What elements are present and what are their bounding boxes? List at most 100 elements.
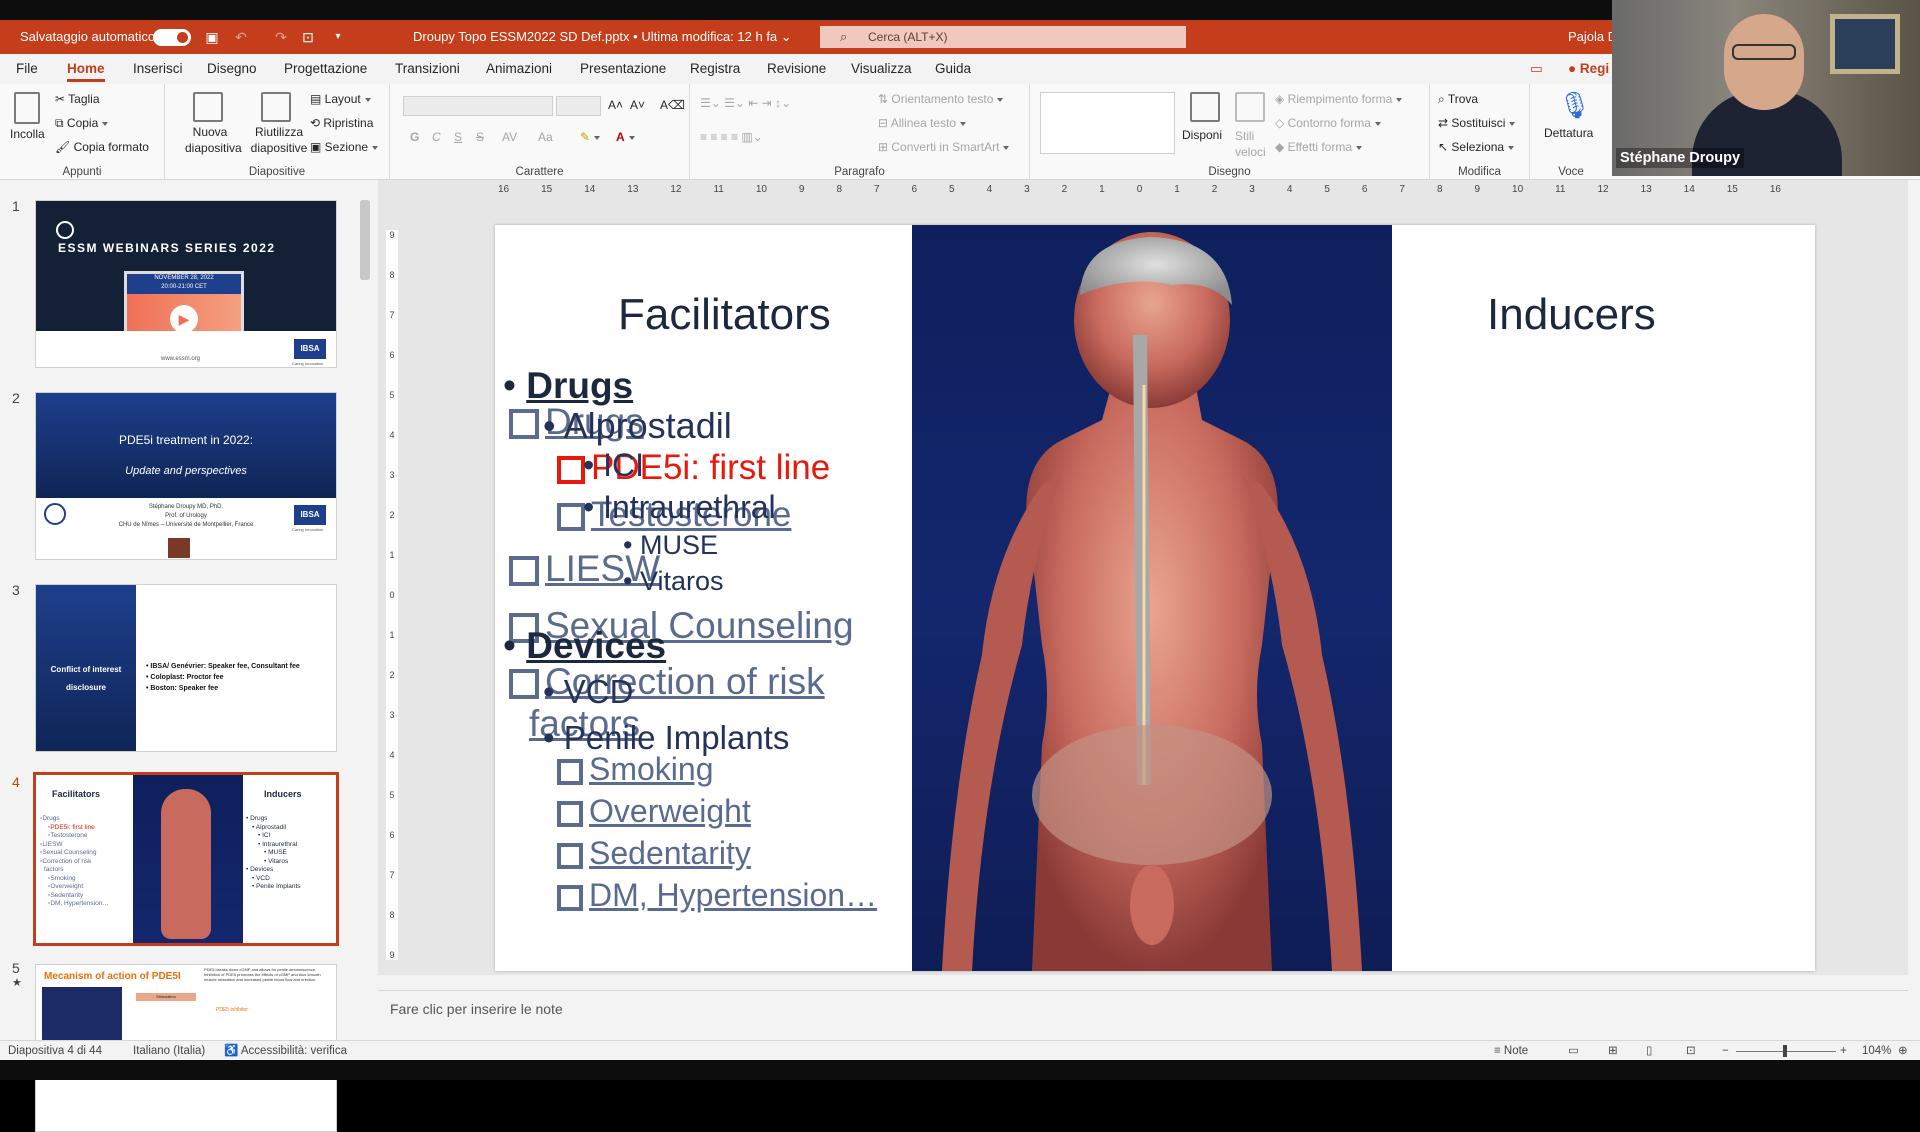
shape-outline-button[interactable]: ◇ Contorno forma bbox=[1275, 116, 1381, 130]
align-text-button[interactable]: ⊟ Allinea testo bbox=[878, 116, 967, 130]
fit-slide-icon[interactable]: ⊕ bbox=[1898, 1041, 1908, 1061]
tab-record[interactable]: Registra bbox=[690, 54, 740, 84]
reset-button[interactable]: ⟲ Ripristina bbox=[310, 116, 373, 130]
inducer-item[interactable]: • Intraurethral bbox=[583, 489, 776, 526]
quick-styles-button[interactable]: Stili veloci bbox=[1235, 128, 1275, 160]
strike-button[interactable]: S bbox=[476, 130, 484, 144]
slide-right-title[interactable]: Inducers bbox=[1487, 290, 1656, 340]
inducer-item[interactable]: • MUSE bbox=[623, 530, 718, 561]
tab-transitions[interactable]: Transizioni bbox=[395, 54, 460, 84]
slide-sorter-icon[interactable]: ⊞ bbox=[1608, 1041, 1618, 1061]
slideshow-icon[interactable]: ⊡ bbox=[1686, 1041, 1696, 1061]
present-icon[interactable]: ⊡ bbox=[299, 28, 317, 46]
anatomy-image[interactable] bbox=[912, 225, 1392, 971]
text-direction-button[interactable]: ⇅ Orientamento testo bbox=[878, 92, 1004, 106]
paste-button[interactable]: Incolla bbox=[10, 127, 45, 141]
tab-slideshow[interactable]: Presentazione bbox=[580, 54, 666, 84]
bold-button[interactable]: G bbox=[410, 130, 419, 144]
facilitator-item[interactable]: DM, Hypertension… bbox=[557, 877, 877, 914]
layout-button[interactable]: ▤ Layout bbox=[310, 92, 371, 106]
arrange-button[interactable]: Disponi bbox=[1182, 128, 1222, 142]
editor-vertical-scrollbar[interactable] bbox=[1908, 180, 1920, 980]
tab-draw[interactable]: Disegno bbox=[207, 54, 257, 84]
dictate-button[interactable]: Dettatura bbox=[1544, 126, 1593, 140]
shape-fill-button[interactable]: ◈ Riempimento forma bbox=[1275, 92, 1403, 106]
italic-button[interactable]: C bbox=[432, 130, 441, 144]
record-button[interactable]: ● Regi bbox=[1568, 54, 1609, 84]
tab-design[interactable]: Progettazione bbox=[284, 54, 367, 84]
spacing-button[interactable]: AV bbox=[502, 130, 517, 144]
inducer-item[interactable]: • ICI bbox=[583, 447, 644, 484]
thumbnail-slide-3[interactable]: Conflict of interest disclosure • IBSA/ G… bbox=[35, 584, 337, 752]
copy-button[interactable]: ⧉ Copia bbox=[55, 116, 109, 131]
thumbnail-slide-4-selected[interactable]: Facilitators Inducers ▫Drugs ▫PDE5i: fir… bbox=[33, 772, 339, 946]
underline-button[interactable]: S bbox=[454, 130, 462, 144]
clear-format-icon[interactable]: A⌫ bbox=[660, 98, 685, 112]
language-status[interactable]: Italiano (Italia) bbox=[133, 1041, 205, 1061]
inducer-item[interactable]: • Alprostadil bbox=[543, 405, 732, 447]
comments-icon[interactable]: ▭ bbox=[1530, 54, 1543, 84]
normal-view-icon[interactable]: ▭ bbox=[1568, 1041, 1579, 1061]
change-case-button[interactable]: Aa bbox=[538, 130, 553, 144]
zoom-in-icon[interactable]: + bbox=[1840, 1041, 1847, 1061]
grow-font-icon[interactable]: A˄ bbox=[608, 98, 623, 112]
save-icon[interactable]: ▣ bbox=[203, 28, 221, 46]
reading-view-icon[interactable]: ▯ bbox=[1646, 1041, 1652, 1061]
facilitator-item[interactable]: Overweight bbox=[557, 793, 751, 830]
select-button[interactable]: ↖ Seleziona bbox=[1438, 140, 1515, 154]
notes-placeholder: Fare clic per inserire le note bbox=[390, 1001, 563, 1017]
tab-file[interactable]: File bbox=[16, 54, 38, 84]
facilitator-item[interactable]: Sedentarity bbox=[557, 835, 751, 872]
accessibility-status[interactable]: ♿ Accessibilità: verifica bbox=[224, 1041, 347, 1061]
smartart-button[interactable]: ⊞ Converti in SmartArt bbox=[878, 140, 1010, 154]
shapes-gallery[interactable] bbox=[1040, 92, 1175, 154]
thumbnail-slide-1[interactable]: ESSM WEBINARS SERIES 2022 NOVEMBER 28, 2… bbox=[35, 200, 337, 368]
ruler-tick: 10 bbox=[1512, 184, 1524, 195]
notes-pane[interactable]: Fare clic per inserire le note bbox=[378, 990, 1908, 1026]
redo-icon[interactable]: ↷ bbox=[272, 28, 290, 46]
zoom-level[interactable]: 104% bbox=[1862, 1041, 1891, 1061]
tab-animations[interactable]: Animazioni bbox=[486, 54, 552, 84]
shrink-font-icon[interactable]: A˅ bbox=[630, 98, 645, 112]
group-label-voice: Voce bbox=[1558, 166, 1584, 178]
document-title[interactable]: Droupy Topo ESSM2022 SD Def.pptx • Ultim… bbox=[413, 20, 792, 54]
thumbnail-slide-2[interactable]: PDE5i treatment in 2022: Update and pers… bbox=[35, 392, 337, 560]
customize-qat-icon[interactable]: ▾ bbox=[329, 28, 347, 46]
tab-insert[interactable]: Inserisci bbox=[133, 54, 183, 84]
tab-home[interactable]: Home bbox=[67, 54, 105, 84]
thumbnail-scrollbar[interactable] bbox=[358, 180, 372, 1040]
reuse-slides-button[interactable]: Riutilizza diapositive bbox=[250, 124, 308, 156]
font-size-select[interactable] bbox=[556, 96, 601, 116]
inducer-item[interactable]: • Devices bbox=[503, 625, 666, 667]
find-button[interactable]: ⌕ Trova bbox=[1438, 92, 1478, 107]
play-icon: ▶ bbox=[170, 305, 198, 333]
undo-icon[interactable]: ↶ bbox=[232, 28, 250, 46]
inducer-item[interactable]: • Vitaros bbox=[623, 566, 724, 597]
zoom-slider-thumb[interactable] bbox=[1783, 1045, 1787, 1057]
section-button[interactable]: ▣ Sezione bbox=[310, 140, 379, 154]
font-name-select[interactable] bbox=[403, 96, 553, 116]
cut-button[interactable]: ✂ Taglia bbox=[55, 92, 100, 106]
tab-view[interactable]: Visualizza bbox=[851, 54, 912, 84]
slide-left-title[interactable]: Facilitators bbox=[618, 290, 831, 340]
format-painter-button[interactable]: 🖌 Copia formato bbox=[55, 140, 149, 154]
align-icons[interactable]: ≡ ≡ ≡ ≡ ▥⌄ bbox=[700, 130, 763, 144]
inducer-item[interactable]: • VCD bbox=[543, 673, 633, 711]
tab-review[interactable]: Revisione bbox=[767, 54, 826, 84]
tab-help[interactable]: Guida bbox=[935, 54, 971, 84]
replace-button[interactable]: ⇄ Sostituisci bbox=[1438, 116, 1516, 130]
inducer-item[interactable]: • Penile Implants bbox=[543, 719, 789, 757]
font-color-icon[interactable]: A bbox=[616, 130, 635, 144]
autosave-toggle[interactable] bbox=[153, 29, 191, 46]
search-box[interactable]: ⌕ Cerca (ALT+X) bbox=[820, 26, 1186, 48]
user-name[interactable]: Pajola D bbox=[1568, 20, 1617, 54]
inducer-item[interactable]: • Drugs bbox=[503, 365, 633, 407]
zoom-out-icon[interactable]: − bbox=[1722, 1041, 1729, 1061]
highlight-icon[interactable]: ✎ bbox=[580, 130, 601, 144]
new-slide-button[interactable]: Nuova diapositiva bbox=[185, 124, 242, 156]
notes-toggle[interactable]: ≡ Note bbox=[1494, 1041, 1528, 1061]
bullets-icon[interactable]: ☰⌄ ☰⌄ ⇤ ⇥ ↕⌄ bbox=[700, 96, 791, 110]
shape-effects-button[interactable]: ◆ Effetti forma bbox=[1275, 140, 1363, 154]
current-slide[interactable]: Facilitators Inducers Drugs PDE5i: first… bbox=[495, 225, 1815, 971]
ruler-tick: 4 bbox=[1286, 184, 1293, 195]
